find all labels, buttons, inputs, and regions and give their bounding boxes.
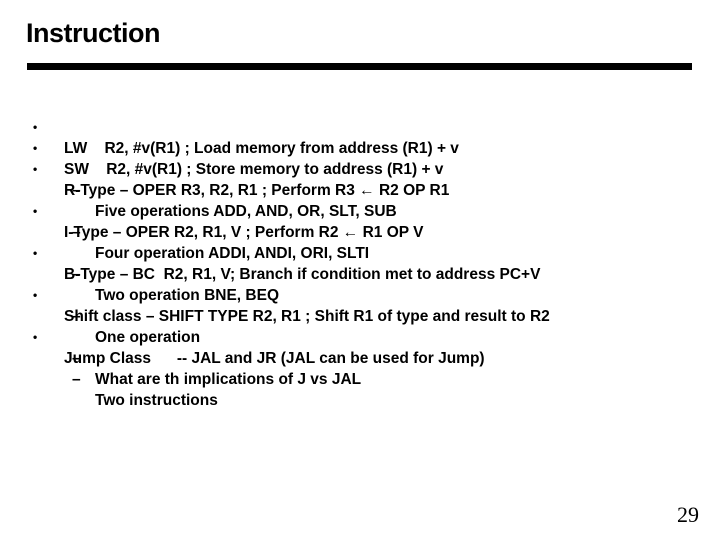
sub-list-item: – Two instructions (0, 348, 720, 409)
sub-list-item: – One operation (0, 285, 720, 346)
list-item: • Jump Class -- JAL and JR (JAL can be u… (0, 306, 720, 367)
list-item: • Shift class – SHIFT TYPE R2, R1 ; Shif… (0, 264, 720, 325)
slide-title: Instruction (26, 18, 161, 48)
sub-list-item: – Two operation BNE, BEQ (0, 243, 720, 304)
sub-list-item-text: What are th implications of J vs JAL (95, 371, 362, 388)
list-item: • I-Type – OPER R2, R1, V ; Perform R2 ←… (0, 180, 720, 241)
title-underline-rule (27, 63, 692, 70)
sub-list-item: – What are th implications of J vs JAL (0, 327, 720, 388)
slide-page-number: 29 (677, 502, 699, 527)
sub-list-item-text: Two instructions (95, 392, 218, 409)
sub-list-item: – Four operation ADDI, ANDI, ORI, SLTI (0, 201, 720, 262)
list-item: • SW R2, #v(R1) ; Store memory to addres… (0, 117, 720, 178)
list-item: • B-Type – BC R2, R1, V; Branch if condi… (0, 222, 720, 283)
bullet-list: • LW R2, #v(R1) ; Load memory from addre… (0, 96, 720, 409)
dash-marker: – (72, 371, 81, 388)
sub-list-item: – Five operations ADD, AND, OR, SLT, SUB (0, 159, 720, 220)
list-item: • R-Type – OPER R3, R2, R1 ; Perform R3 … (0, 138, 720, 199)
list-item: • LW R2, #v(R1) ; Load memory from addre… (0, 96, 720, 157)
